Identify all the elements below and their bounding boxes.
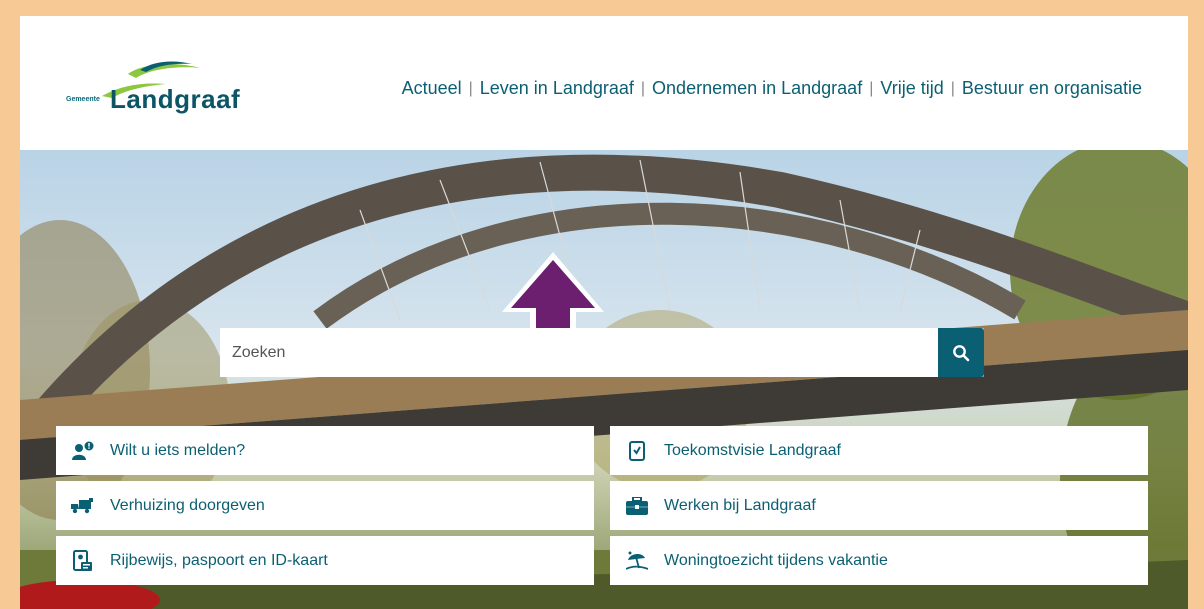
main-nav: Actueel | Leven in Landgraaf | Onderneme… (402, 78, 1142, 99)
document-check-icon (610, 440, 664, 461)
id-card-icon (56, 549, 110, 572)
quick-link-toekomstvisie[interactable]: Toekomstvisie Landgraaf (610, 426, 1148, 475)
briefcase-icon (610, 496, 664, 515)
quick-link-rijbewijs[interactable]: Rijbewijs, paspoort en ID-kaart (56, 536, 594, 585)
nav-item-ondernemen[interactable]: Ondernemen in Landgraaf (652, 78, 862, 99)
page-frame: Gemeente Landgraaf Actueel | Leven in La… (20, 16, 1188, 609)
quick-link-melden[interactable]: Wilt u iets melden? (56, 426, 594, 475)
search-bar (220, 328, 984, 377)
quick-link-woningtoezicht[interactable]: Woningtoezicht tijdens vakantie (610, 536, 1148, 585)
search-icon (953, 344, 970, 361)
hero-banner: Wilt u iets melden? Verhuizing doorgeven… (20, 150, 1188, 609)
nav-separator: | (869, 79, 874, 97)
nav-separator: | (950, 79, 955, 97)
nav-separator: | (468, 79, 473, 97)
quick-link-label: Wilt u iets melden? (110, 441, 246, 459)
logo-name: Landgraaf (110, 84, 241, 114)
nav-separator: | (640, 79, 646, 97)
nav-item-actueel[interactable]: Actueel (402, 78, 462, 99)
search-input[interactable] (220, 328, 938, 377)
nav-item-leven[interactable]: Leven in Landgraaf (480, 78, 634, 99)
site-logo[interactable]: Gemeente Landgraaf (60, 60, 260, 120)
moving-truck-icon (56, 497, 110, 514)
search-button[interactable] (938, 328, 984, 377)
quick-link-label: Woningtoezicht tijdens vakantie (664, 551, 888, 569)
site-header: Gemeente Landgraaf Actueel | Leven in La… (20, 16, 1188, 150)
quick-link-werken[interactable]: Werken bij Landgraaf (610, 481, 1148, 530)
beach-umbrella-icon (610, 551, 664, 571)
quick-link-label: Verhuizing doorgeven (110, 496, 265, 514)
quick-link-verhuizing[interactable]: Verhuizing doorgeven (56, 481, 594, 530)
quick-link-label: Rijbewijs, paspoort en ID-kaart (110, 551, 328, 569)
logo-prefix: Gemeente (66, 96, 100, 103)
quick-link-label: Werken bij Landgraaf (664, 496, 816, 514)
quick-link-label: Toekomstvisie Landgraaf (664, 441, 841, 459)
nav-item-vrije-tijd[interactable]: Vrije tijd (880, 78, 943, 99)
report-person-icon (56, 441, 110, 461)
nav-item-bestuur[interactable]: Bestuur en organisatie (962, 78, 1142, 99)
